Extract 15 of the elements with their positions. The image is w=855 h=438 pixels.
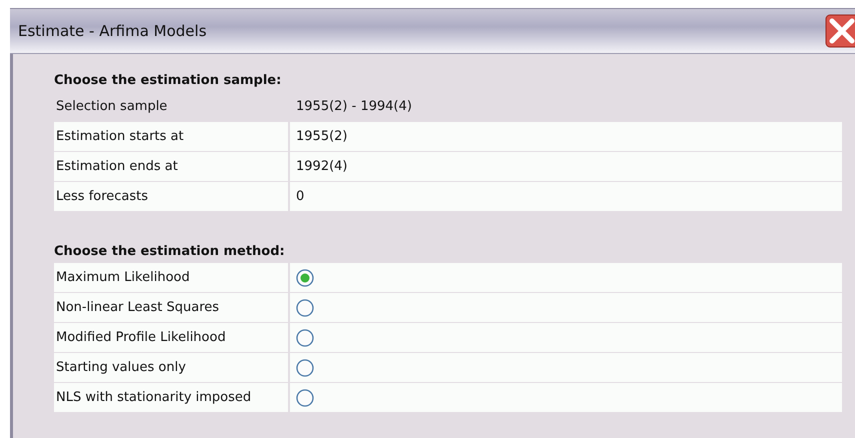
input-field[interactable]: 1955(2) [290,122,842,151]
field-value: 1955(2) - 1994(4) [295,98,413,116]
close-icon[interactable] [825,14,855,48]
section-heading: Choose the estimation sample: [54,72,282,90]
field-label: Less forecasts [54,182,290,211]
radio-button[interactable] [296,388,314,406]
radio-button[interactable] [296,328,314,346]
radio-button[interactable] [296,358,314,376]
window-title: Estimate - Arfima Models [17,22,207,40]
radio-button[interactable] [296,298,314,316]
section-heading: Choose the estimation method: [54,243,286,261]
option-label: NLS with stationarity imposed [54,383,290,412]
input-field[interactable]: 1992(4) [290,152,842,181]
input-field[interactable]: 0 [290,182,842,211]
radio-selected[interactable] [296,268,314,286]
